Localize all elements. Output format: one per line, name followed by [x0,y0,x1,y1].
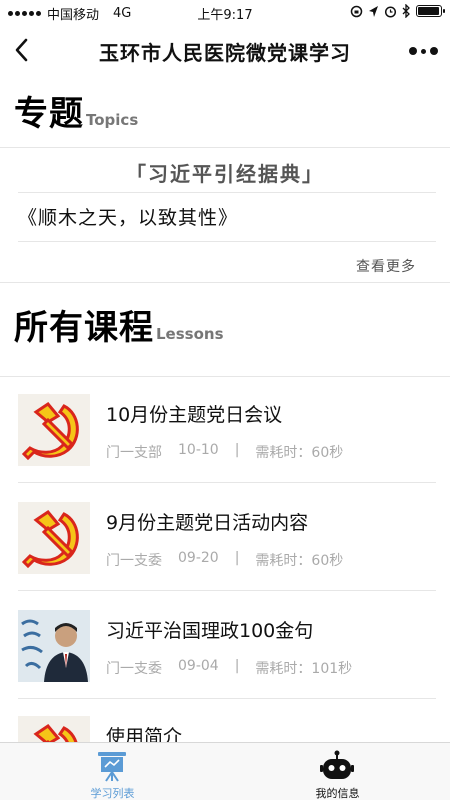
lesson-duration: 需耗时：101秒 [255,661,353,677]
lesson-item[interactable]: 9月份主题党日活动内容 门一支委 09-20 | 需耗时：60秒 [0,502,450,602]
lesson-dept: 门一支部 [106,445,162,461]
more-dot-icon [421,48,426,54]
portrait-photo-icon [18,610,90,682]
tab-bar: 学习列表 我的信息 [0,742,450,800]
lesson-date: 09-20 [178,550,219,566]
topics-heading-cn: 专题 [14,94,84,134]
party-emblem-thumbnail [18,394,90,466]
tab-my-info[interactable]: 我的信息 [225,743,450,800]
lesson-title: 9月份主题党日活动内容 [106,512,309,534]
lessons-heading-en: Lessons [156,325,224,343]
divider [18,698,436,699]
lesson-title: 10月份主题党日会议 [106,404,283,426]
lesson-dept: 门一支委 [106,553,162,569]
topics-heading-en: Topics [86,111,139,129]
topic-series-title[interactable]: 「习近平引经据典」 [0,158,450,187]
divider [18,241,436,242]
battery-icon [416,5,445,17]
lesson-meta: 门一支委 09-20 | 需耗时：60秒 [106,550,343,570]
alarm-clock-icon [384,5,397,18]
lesson-meta: 门一支部 10-10 | 需耗时：60秒 [106,442,343,462]
status-bar: 中国移动 4G 上午9:17 [0,0,450,26]
robot-icon [320,750,354,779]
divider [0,282,450,283]
party-emblem-thumbnail [18,502,90,574]
presentation-board-icon [98,752,126,782]
lesson-title: 习近平治国理政100金句 [106,620,314,642]
portrait-photo-thumbnail [18,610,90,682]
lesson-duration: 需耗时：60秒 [255,445,344,461]
battery-fill [418,7,439,15]
lessons-heading-cn: 所有课程 [14,308,154,348]
lesson-duration: 需耗时：60秒 [255,553,344,569]
meta-separator: | [234,658,240,674]
party-emblem-icon [18,394,90,466]
lesson-date: 09-04 [178,658,219,674]
divider [18,590,436,591]
bluetooth-icon [402,4,410,18]
party-emblem-icon [18,502,90,574]
lesson-meta: 门一支委 09-04 | 需耗时：101秒 [106,658,352,678]
see-more-link[interactable]: 查看更多 [356,256,416,276]
topics-heading: 专题 Topics [14,86,138,135]
lessons-heading: 所有课程 Lessons [14,300,224,349]
lesson-date: 10-10 [178,442,219,458]
tab-label: 我的信息 [315,787,360,800]
divider [0,376,450,377]
lesson-item[interactable]: 10月份主题党日会议 门一支部 10-10 | 需耗时：60秒 [0,394,450,494]
lesson-item[interactable]: 习近平治国理政100金句 门一支委 09-04 | 需耗时：101秒 [0,610,450,710]
nav-bar: 玉环市人民医院微党课学习 [0,26,450,74]
meta-separator: | [234,550,240,566]
lock-rotation-icon [350,5,363,17]
divider [18,482,436,483]
status-right [350,4,445,18]
more-dot-icon [430,47,438,55]
more-options-button[interactable] [409,47,438,55]
lesson-dept: 门一支委 [106,661,162,677]
divider [18,192,436,193]
divider [0,147,450,148]
tab-label: 学习列表 [90,787,135,800]
meta-separator: | [234,442,240,458]
location-arrow-icon [369,5,378,17]
topic-item[interactable]: 《顺木之天，以致其性》 [18,203,238,230]
tab-study-list[interactable]: 学习列表 [0,743,225,800]
more-dot-icon [409,47,417,55]
page-title: 玉环市人民医院微党课学习 [99,41,351,65]
